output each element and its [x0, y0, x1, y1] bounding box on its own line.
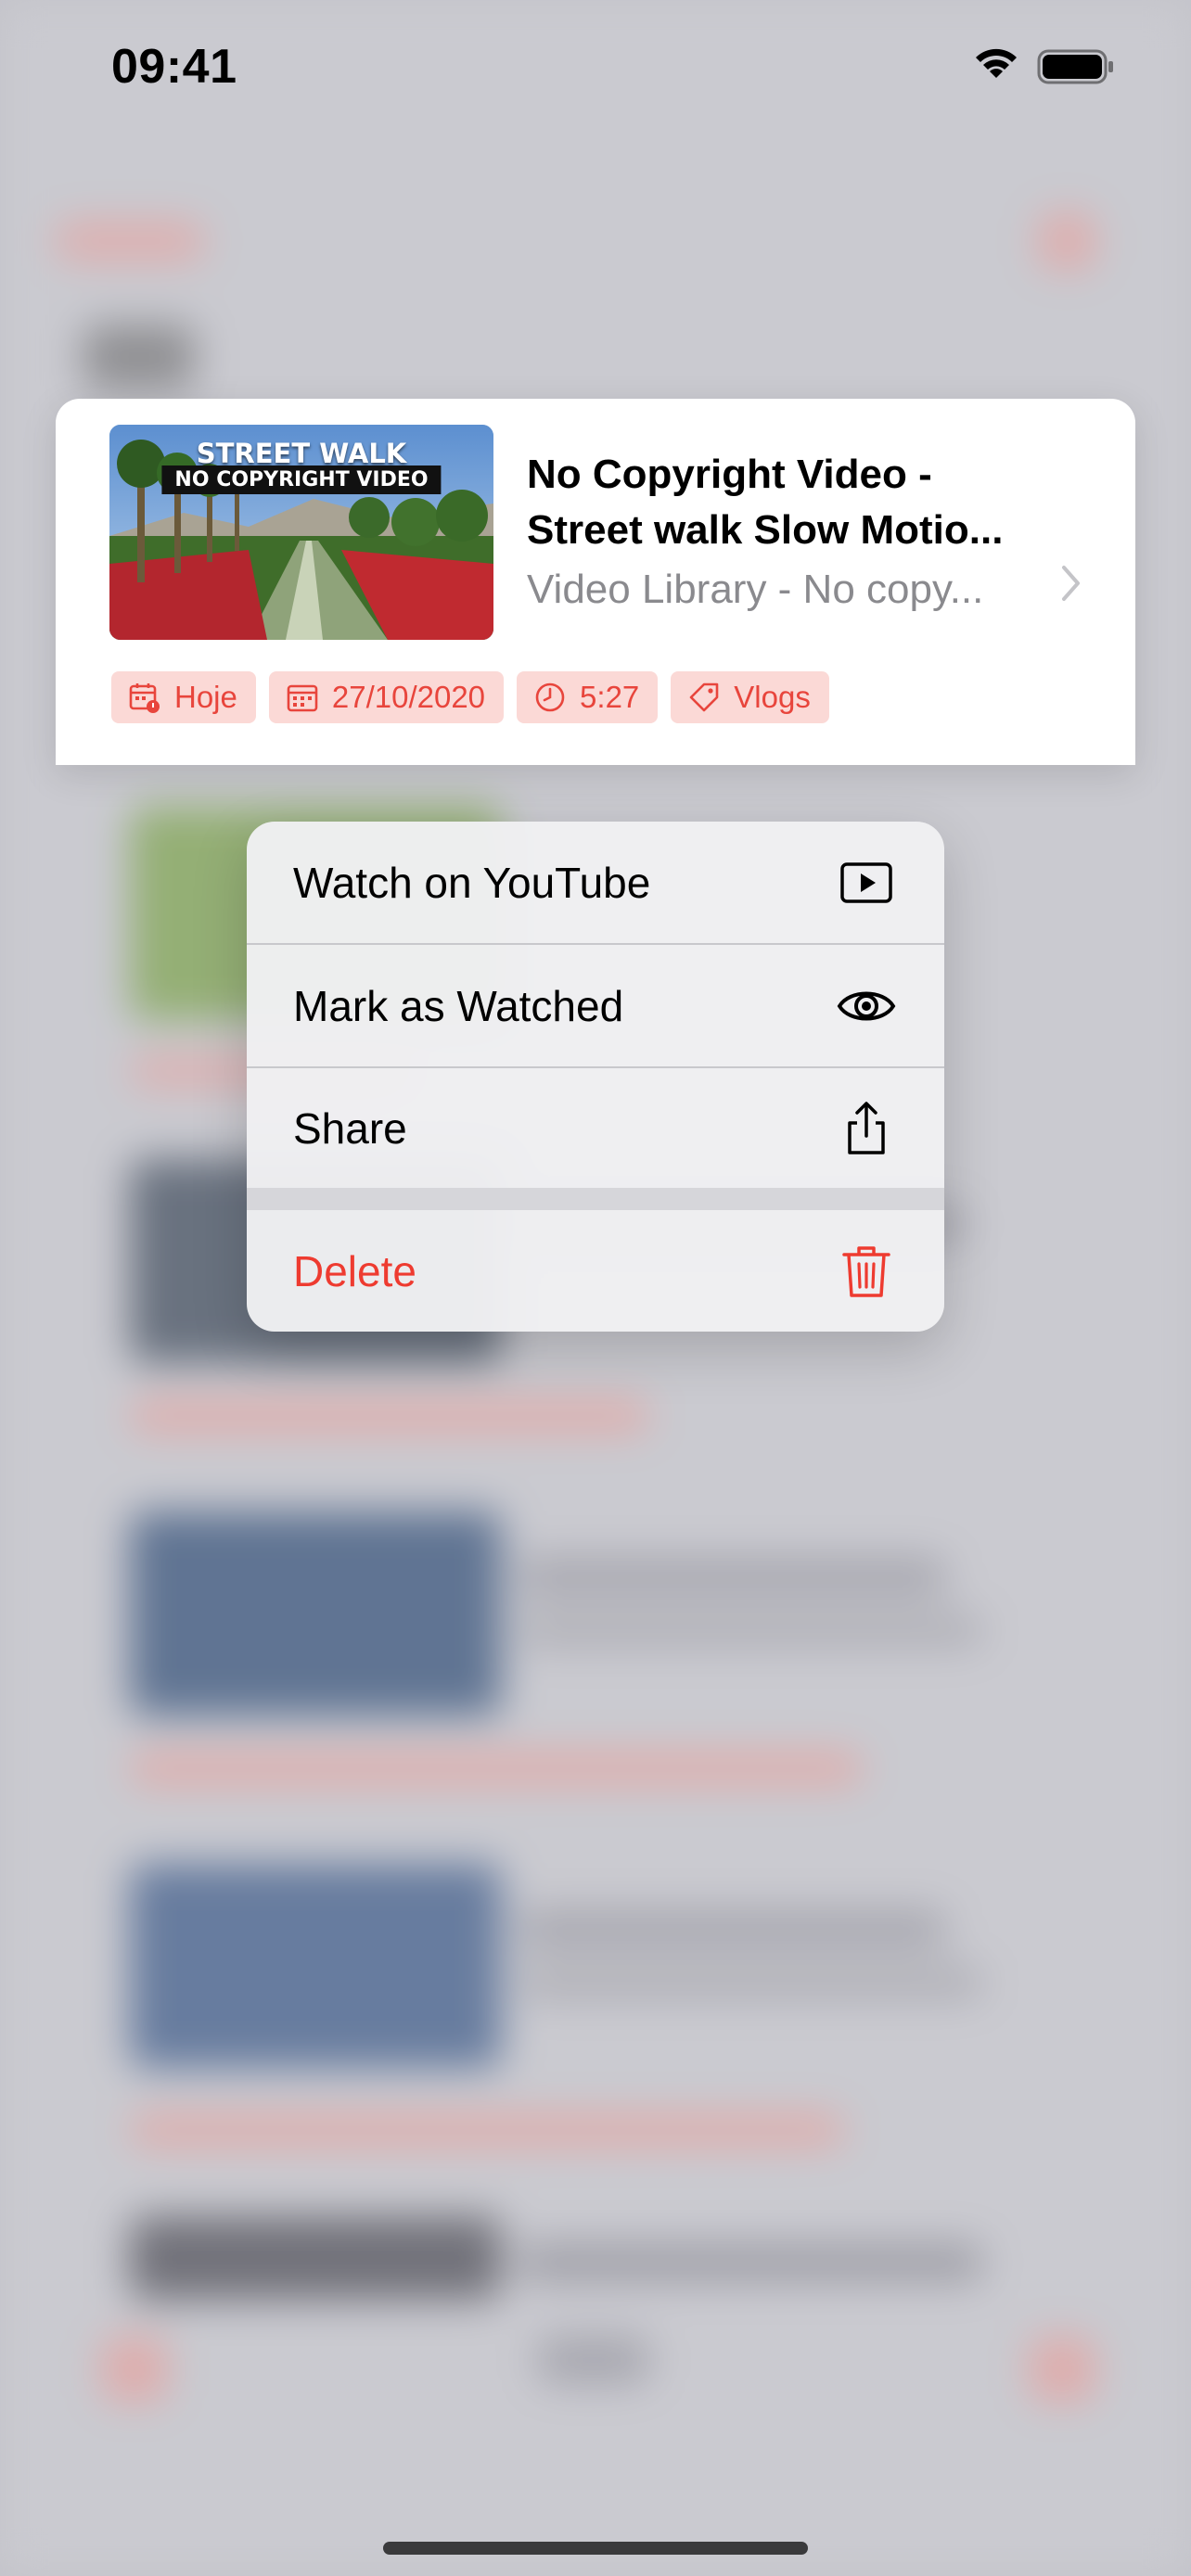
- status-bar: 09:41: [0, 0, 1191, 139]
- tag-date-label: 27/10/2020: [331, 680, 486, 714]
- menu-item-label: Watch on YouTube: [293, 858, 651, 907]
- menu-item-delete[interactable]: Delete: [247, 1210, 944, 1332]
- context-menu: Watch on YouTube Mark as Watched Share D…: [247, 822, 944, 1332]
- menu-item-label: Delete: [293, 1246, 416, 1295]
- thumbnail-text-line2: NO COPYRIGHT VIDEO: [161, 465, 442, 494]
- tag-category: Vlogs: [671, 671, 829, 723]
- video-title-line1: No Copyright Video -: [527, 452, 932, 497]
- tag-date: 27/10/2020: [268, 671, 505, 723]
- battery-icon: [1037, 49, 1113, 84]
- menu-item-mark-as-watched[interactable]: Mark as Watched: [247, 945, 944, 1066]
- calendar-badge-icon: [129, 683, 160, 713]
- menu-item-label: Mark as Watched: [293, 981, 624, 1030]
- video-title: No Copyright Video - Street walk Slow Mo…: [527, 447, 1074, 558]
- clock-icon: [535, 682, 565, 712]
- menu-item-share[interactable]: Share: [247, 1068, 944, 1188]
- tag-duration-label: 5:27: [580, 680, 640, 714]
- menu-item-watch-on-youtube[interactable]: Watch on YouTube: [247, 822, 944, 943]
- home-indicator[interactable]: [383, 2542, 808, 2555]
- play-rectangle-icon: [840, 861, 892, 903]
- tag-today: Hoje: [111, 671, 256, 723]
- chevron-right-icon[interactable]: [1059, 563, 1083, 604]
- tag-icon: [689, 682, 719, 712]
- tag-duration: 5:27: [517, 671, 659, 723]
- video-channel: Video Library - No copy...: [527, 567, 984, 612]
- eye-icon: [837, 991, 896, 1020]
- video-thumbnail: STREET WALK NO COPYRIGHT VIDEO: [109, 425, 493, 640]
- tag-today-label: Hoje: [174, 680, 237, 714]
- tag-category-label: Vlogs: [734, 680, 811, 714]
- video-preview-card[interactable]: STREET WALK NO COPYRIGHT VIDEO No Copyri…: [56, 399, 1135, 765]
- video-tags: Hoje 27/10/2020 5:27 Vlogs: [111, 671, 829, 723]
- share-icon: [848, 1101, 885, 1154]
- thumbnail-text-line1: STREET WALK: [196, 438, 407, 469]
- menu-item-label: Share: [293, 1103, 407, 1153]
- trash-icon: [842, 1245, 890, 1297]
- status-time: 09:41: [111, 40, 237, 94]
- calendar-icon: [287, 684, 318, 712]
- video-title-line2: Street walk Slow Motio...: [527, 507, 1004, 553]
- wifi-icon: [976, 48, 1017, 78]
- menu-group-gap: [247, 1188, 944, 1210]
